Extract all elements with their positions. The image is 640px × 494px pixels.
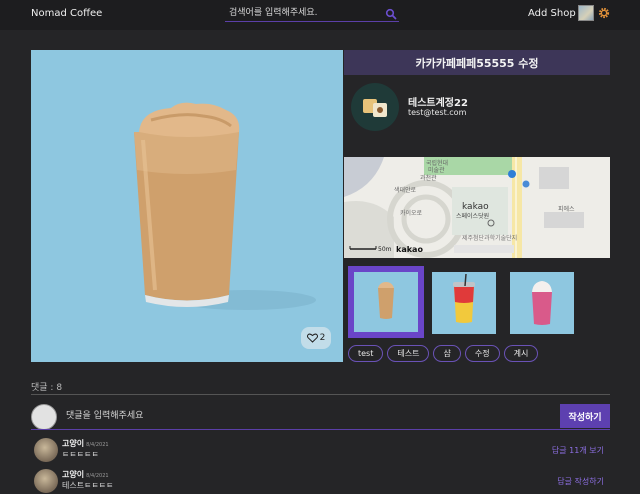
comment-author-line: 고양이 8/4/2021 xyxy=(62,469,109,480)
top-navbar: Nomad Coffee Add Shop xyxy=(0,0,640,30)
comment-item: 고양이 8/4/2021 테스트ㅌㅌㅌㅌ 답글 작성하기 xyxy=(31,468,610,494)
owner-info: 테스트계정22 test@test.com xyxy=(344,75,610,157)
comment-item: 고양이 8/4/2021 ㅌㅌㅌㅌㅌ 답글 11개 보기 xyxy=(31,437,610,463)
tag-list: test 테스트 샵 수정 계시 xyxy=(348,345,539,362)
comment-date: 8/4/2021 xyxy=(86,473,109,479)
comment-input-underline xyxy=(31,429,610,430)
comment-input[interactable] xyxy=(66,406,546,426)
view-replies-link[interactable]: 답글 11개 보기 xyxy=(552,445,604,456)
map-label: 미술관 xyxy=(428,166,445,174)
tag-chip[interactable]: 계시 xyxy=(503,345,539,362)
frappuccino-image xyxy=(134,102,316,310)
search-input[interactable] xyxy=(225,5,375,21)
map-label: 국립현대 xyxy=(426,159,448,167)
map-label: 스페이스닷원 xyxy=(456,212,489,220)
search-icon[interactable] xyxy=(385,8,397,20)
comment-date: 8/4/2021 xyxy=(86,442,109,448)
heart-icon xyxy=(306,333,318,343)
map-brand: kakao xyxy=(396,245,423,254)
tag-chip[interactable]: test xyxy=(348,345,384,362)
submit-comment-button[interactable]: 작성하기 xyxy=(560,404,610,428)
owner-email: test@test.com xyxy=(408,108,467,117)
owner-name: 테스트계정22 xyxy=(408,98,468,109)
map-label: 카이오로 xyxy=(400,209,423,217)
map-label: 피에스 xyxy=(558,205,575,213)
comment-count: 댓글 : 8 xyxy=(31,383,63,393)
my-avatar xyxy=(31,404,57,430)
thumbnail[interactable] xyxy=(432,272,496,334)
shop-title: 카카카페페페55555 수정 xyxy=(344,50,610,75)
comment-author: 고양이 xyxy=(62,439,85,448)
gear-icon[interactable] xyxy=(598,7,610,19)
tag-chip[interactable]: 수정 xyxy=(464,345,500,362)
map-label: 제주첨단과학기술단지 xyxy=(462,234,517,242)
comment-text: 테스트ㅌㅌㅌㅌ xyxy=(62,481,114,490)
like-button[interactable]: 2 xyxy=(301,327,331,349)
add-shop-link[interactable]: Add Shop xyxy=(528,8,576,19)
location-map[interactable]: 국립현대 미술관 과천관 색대안로 카이오로 kakao 스페이스닷원 제주첨단… xyxy=(344,157,610,258)
shop-main-photo: 2 xyxy=(31,50,343,362)
tag-chip[interactable]: 테스트 xyxy=(387,345,430,362)
map-label: 색대안로 xyxy=(394,186,417,194)
comment-author: 고양이 xyxy=(62,470,85,479)
search-bar xyxy=(225,5,399,22)
map-scale: 50m xyxy=(378,246,392,253)
map-label: kakao xyxy=(462,202,489,212)
thumbnail-selected[interactable] xyxy=(348,266,424,338)
tag-chip[interactable]: 샵 xyxy=(433,345,461,362)
comment-text: ㅌㅌㅌㅌㅌ xyxy=(62,450,99,459)
map-label: 과천관 xyxy=(420,174,437,182)
divider xyxy=(31,394,610,395)
comment-author-line: 고양이 8/4/2021 xyxy=(62,438,109,449)
avatar xyxy=(34,438,58,462)
thumbnail[interactable] xyxy=(510,272,574,334)
write-reply-link[interactable]: 답글 작성하기 xyxy=(557,476,604,487)
user-avatar[interactable] xyxy=(578,5,594,21)
owner-avatar xyxy=(351,83,399,131)
like-count: 2 xyxy=(319,333,326,343)
avatar xyxy=(34,469,58,493)
logo[interactable]: Nomad Coffee xyxy=(31,8,102,19)
